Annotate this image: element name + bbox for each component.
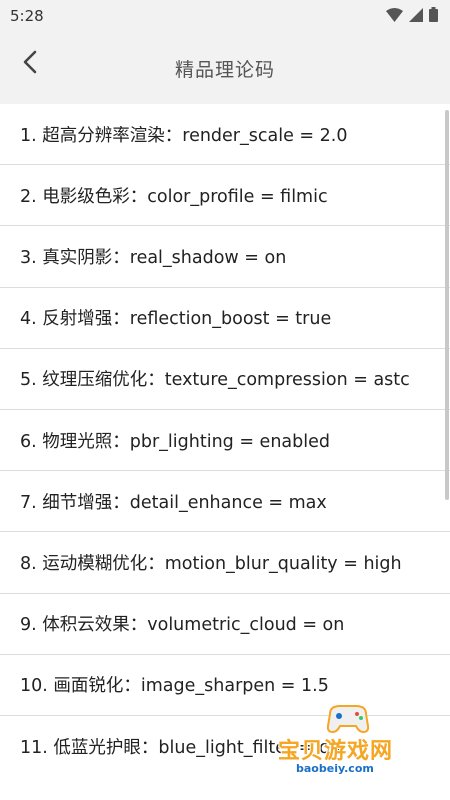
list-item[interactable]: 4. 反射增强：reflection_boost = true <box>0 288 450 349</box>
list-item[interactable]: 6. 物理光照：pbr_lighting = enabled <box>0 410 450 472</box>
list-item[interactable]: 10. 画面锐化：image_sharpen = 1.5 <box>0 655 450 716</box>
status-time: 5:28 <box>10 7 44 25</box>
list-item[interactable]: 8. 运动模糊优化：motion_blur_quality = high <box>0 532 450 594</box>
list-item[interactable]: 9. 体积云效果：volumetric_cloud = on <box>0 594 450 655</box>
list-item[interactable]: 5. 纹理压缩优化：texture_compression = astc <box>0 349 450 410</box>
app-header: 精品理论码 <box>0 32 450 104</box>
code-list[interactable]: 1. 超高分辨率渲染：render_scale = 2.0 2. 电影级色彩：c… <box>0 104 450 800</box>
back-button[interactable] <box>14 48 46 80</box>
status-icons <box>386 6 438 26</box>
list-item[interactable]: 3. 真实阴影：real_shadow = on <box>0 226 450 288</box>
chevron-left-icon <box>22 50 38 78</box>
list-item[interactable]: 7. 细节增强：detail_enhance = max <box>0 471 450 533</box>
status-bar: 5:28 <box>0 0 450 32</box>
list-item[interactable]: 11. 低蓝光护眼：blue_light_filter = on <box>0 716 450 777</box>
cell-signal-icon <box>409 7 423 26</box>
list-item[interactable]: 1. 超高分辨率渲染：render_scale = 2.0 <box>0 104 450 166</box>
battery-icon <box>429 6 438 26</box>
page-title: 精品理论码 <box>174 58 275 81</box>
list-item[interactable]: 2. 电影级色彩：color_profile = filmic <box>0 165 450 227</box>
scrollbar[interactable] <box>445 110 449 500</box>
wifi-icon <box>386 7 403 26</box>
